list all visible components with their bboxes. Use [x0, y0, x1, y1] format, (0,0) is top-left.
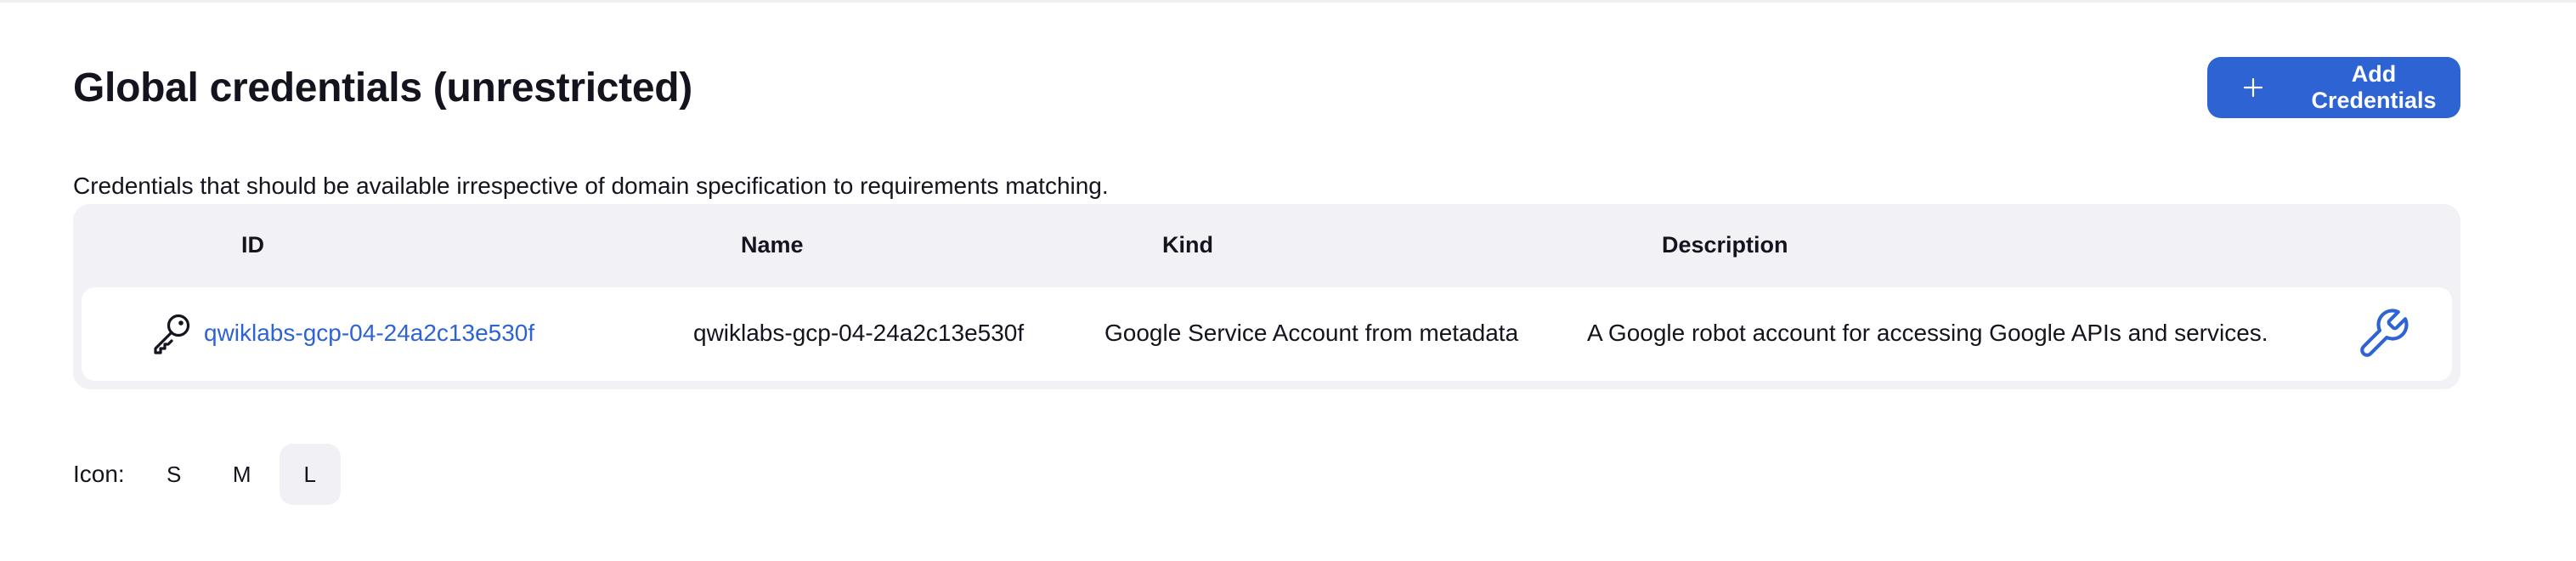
section-description: Credentials that should be available irr…: [73, 173, 1109, 199]
credential-description: A Google robot account for accessing Goo…: [1587, 320, 2268, 346]
credential-name: qwiklabs-gcp-04-24a2c13e530f: [693, 320, 1025, 346]
page-title: Global credentials (unrestricted): [73, 65, 692, 110]
icon-size-selector: Icon: S M L: [73, 444, 347, 505]
column-header-id[interactable]: ID: [241, 230, 264, 260]
credential-id-link[interactable]: qwiklabs-gcp-04-24a2c13e530f: [204, 317, 534, 349]
add-credentials-label: Add Credentials: [2311, 61, 2437, 113]
icon-size-label: Icon:: [73, 461, 125, 487]
credentials-table: ID Name Kind Description qwiklabs-gcp-04…: [73, 204, 2460, 389]
column-header-kind[interactable]: Kind: [1162, 230, 1213, 260]
icon-size-option-l[interactable]: L: [279, 444, 341, 505]
icon-size-option-m[interactable]: M: [212, 444, 273, 505]
icon-size-option-s[interactable]: S: [144, 444, 205, 505]
key-icon: [150, 311, 194, 355]
top-divider: [0, 0, 2576, 3]
add-credentials-button[interactable]: Add Credentials: [2207, 57, 2460, 118]
column-header-description[interactable]: Description: [1662, 230, 1788, 260]
plus-icon: [2243, 77, 2263, 98]
column-header-name[interactable]: Name: [741, 230, 804, 260]
credential-kind: Google Service Account from metadata: [1104, 320, 1519, 346]
wrench-icon[interactable]: [2355, 306, 2411, 362]
table-row: qwiklabs-gcp-04-24a2c13e530f qwiklabs-gc…: [82, 287, 2452, 381]
